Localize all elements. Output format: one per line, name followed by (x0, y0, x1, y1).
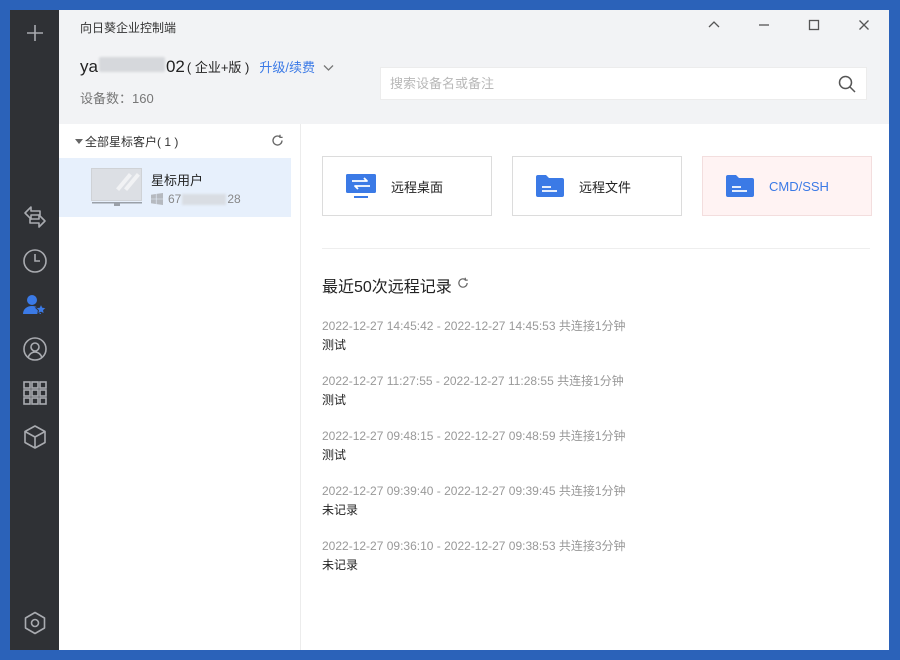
device-list-panel: 全部星标客户( 1 ) 星标用户 67 28 (59, 124, 301, 650)
app-title: 向日葵企业控制端 (80, 21, 177, 35)
account-dropdown-button[interactable] (323, 59, 334, 77)
sidebar-item-discover[interactable] (10, 330, 59, 368)
plus-icon (25, 23, 45, 43)
group-header[interactable]: 全部星标客户( 1 ) (75, 133, 178, 150)
sidebar-item-hardware[interactable] (10, 418, 59, 456)
sidebar (10, 10, 59, 650)
cube-icon (22, 424, 48, 450)
remote-file-label: 远程文件 (579, 179, 632, 195)
device-id-mask (182, 193, 227, 205)
location-icon (22, 336, 48, 362)
history-record[interactable]: 2022-12-27 09:48:15 - 2022-12-27 09:48:5… (322, 429, 626, 484)
remote-desktop-label: 远程桌面 (391, 179, 444, 195)
search-input[interactable] (381, 68, 821, 99)
chevron-down-icon (323, 59, 334, 76)
record-time: 2022-12-27 11:27:55 - 2022-12-27 11:28:5… (322, 374, 624, 388)
add-button[interactable] (10, 14, 59, 52)
folder-icon (535, 174, 565, 198)
account-info: ya 02 ( 企业+版 ) 升级/续费 (80, 57, 334, 77)
apps-grid-icon (22, 380, 48, 406)
sidebar-item-history[interactable] (10, 242, 59, 280)
account-edition: ( 企业+版 ) (186, 60, 250, 75)
refresh-icon (457, 276, 469, 293)
close-button[interactable] (848, 15, 880, 39)
divider (322, 248, 870, 249)
sidebar-item-settings[interactable] (10, 604, 59, 642)
record-time: 2022-12-27 09:48:15 - 2022-12-27 09:48:5… (322, 429, 626, 443)
device-name: 星标用户 (151, 173, 204, 188)
refresh-icon (271, 134, 284, 151)
upgrade-link[interactable]: 升级/续费 (259, 57, 315, 76)
record-time: 2022-12-27 09:36:10 - 2022-12-27 09:38:5… (322, 539, 626, 553)
maximize-button[interactable] (798, 15, 830, 39)
sidebar-item-remote[interactable] (10, 198, 59, 236)
history-record[interactable]: 2022-12-27 09:36:10 - 2022-12-27 09:38:5… (322, 539, 626, 594)
history-header: 最近50次远程记录 (322, 273, 469, 297)
record-time: 2022-12-27 09:39:40 - 2022-12-27 09:39:4… (322, 484, 626, 498)
header: 向日葵企业控制端 ya 02 ( 企业+版 ) 升级/续费 设备数：160 搜索… (59, 10, 889, 124)
search-box (380, 67, 867, 100)
device-thumbnail (91, 168, 142, 201)
caret-down-icon (75, 139, 83, 144)
search-icon[interactable] (838, 75, 856, 98)
history-record[interactable]: 2022-12-27 14:45:42 - 2022-12-27 14:45:5… (322, 319, 626, 374)
refresh-history-button[interactable] (457, 276, 469, 294)
clock-icon (22, 248, 48, 274)
group-label: 全部星标客户( 1 ) (85, 135, 179, 149)
monitor-stand-icon (92, 202, 142, 206)
device-list-item[interactable]: 星标用户 67 28 (59, 158, 291, 217)
terminal-folder-icon (725, 174, 755, 198)
maximize-icon (808, 18, 820, 36)
device-id-suffix: 28 (227, 192, 241, 206)
history-list: 2022-12-27 14:45:42 - 2022-12-27 14:45:5… (322, 319, 626, 594)
close-icon (858, 18, 870, 36)
device-id-prefix: 67 (168, 192, 182, 206)
minimize-icon (758, 18, 770, 36)
record-time: 2022-12-27 14:45:42 - 2022-12-27 14:45:5… (322, 319, 626, 333)
settings-hex-icon (23, 611, 47, 635)
main-content: 远程桌面 远程文件 CMD/SSH 最近50次远程记录 2022-12-27 1… (302, 124, 889, 650)
remote-file-button[interactable]: 远程文件 (512, 156, 682, 216)
device-id: 67 28 (151, 192, 241, 206)
sidebar-item-star-clients[interactable] (10, 286, 59, 324)
record-note: 未记录 (322, 503, 359, 517)
app-window: 向日葵企业控制端 ya 02 ( 企业+版 ) 升级/续费 设备数：160 搜索… (10, 10, 889, 650)
record-note: 未记录 (322, 558, 359, 572)
account-name-suffix: 02 (165, 57, 185, 76)
cmd-ssh-label: CMD/SSH (769, 178, 829, 194)
history-title: 最近50次远程记录 (322, 279, 452, 296)
collapse-button[interactable] (698, 15, 730, 39)
record-note: 测试 (322, 393, 347, 407)
account-name-prefix: ya (80, 57, 98, 76)
record-note: 测试 (322, 338, 347, 352)
sidebar-item-apps[interactable] (10, 374, 59, 412)
history-record[interactable]: 2022-12-27 11:27:55 - 2022-12-27 11:28:5… (322, 374, 626, 429)
chevron-up-icon (708, 18, 720, 36)
swap-icon (22, 204, 48, 230)
refresh-list-button[interactable] (271, 134, 284, 152)
history-record[interactable]: 2022-12-27 09:39:40 - 2022-12-27 09:39:4… (322, 484, 626, 539)
remote-desktop-button[interactable]: 远程桌面 (322, 156, 492, 216)
remote-desktop-icon (345, 173, 377, 199)
account-name-mask (98, 57, 165, 72)
cmd-ssh-button[interactable]: CMD/SSH (702, 156, 872, 216)
windows-icon (151, 193, 163, 205)
record-note: 测试 (322, 448, 347, 462)
device-count: 设备数：160 (80, 91, 154, 106)
star-user-icon (22, 292, 48, 318)
minimize-button[interactable] (748, 15, 780, 39)
